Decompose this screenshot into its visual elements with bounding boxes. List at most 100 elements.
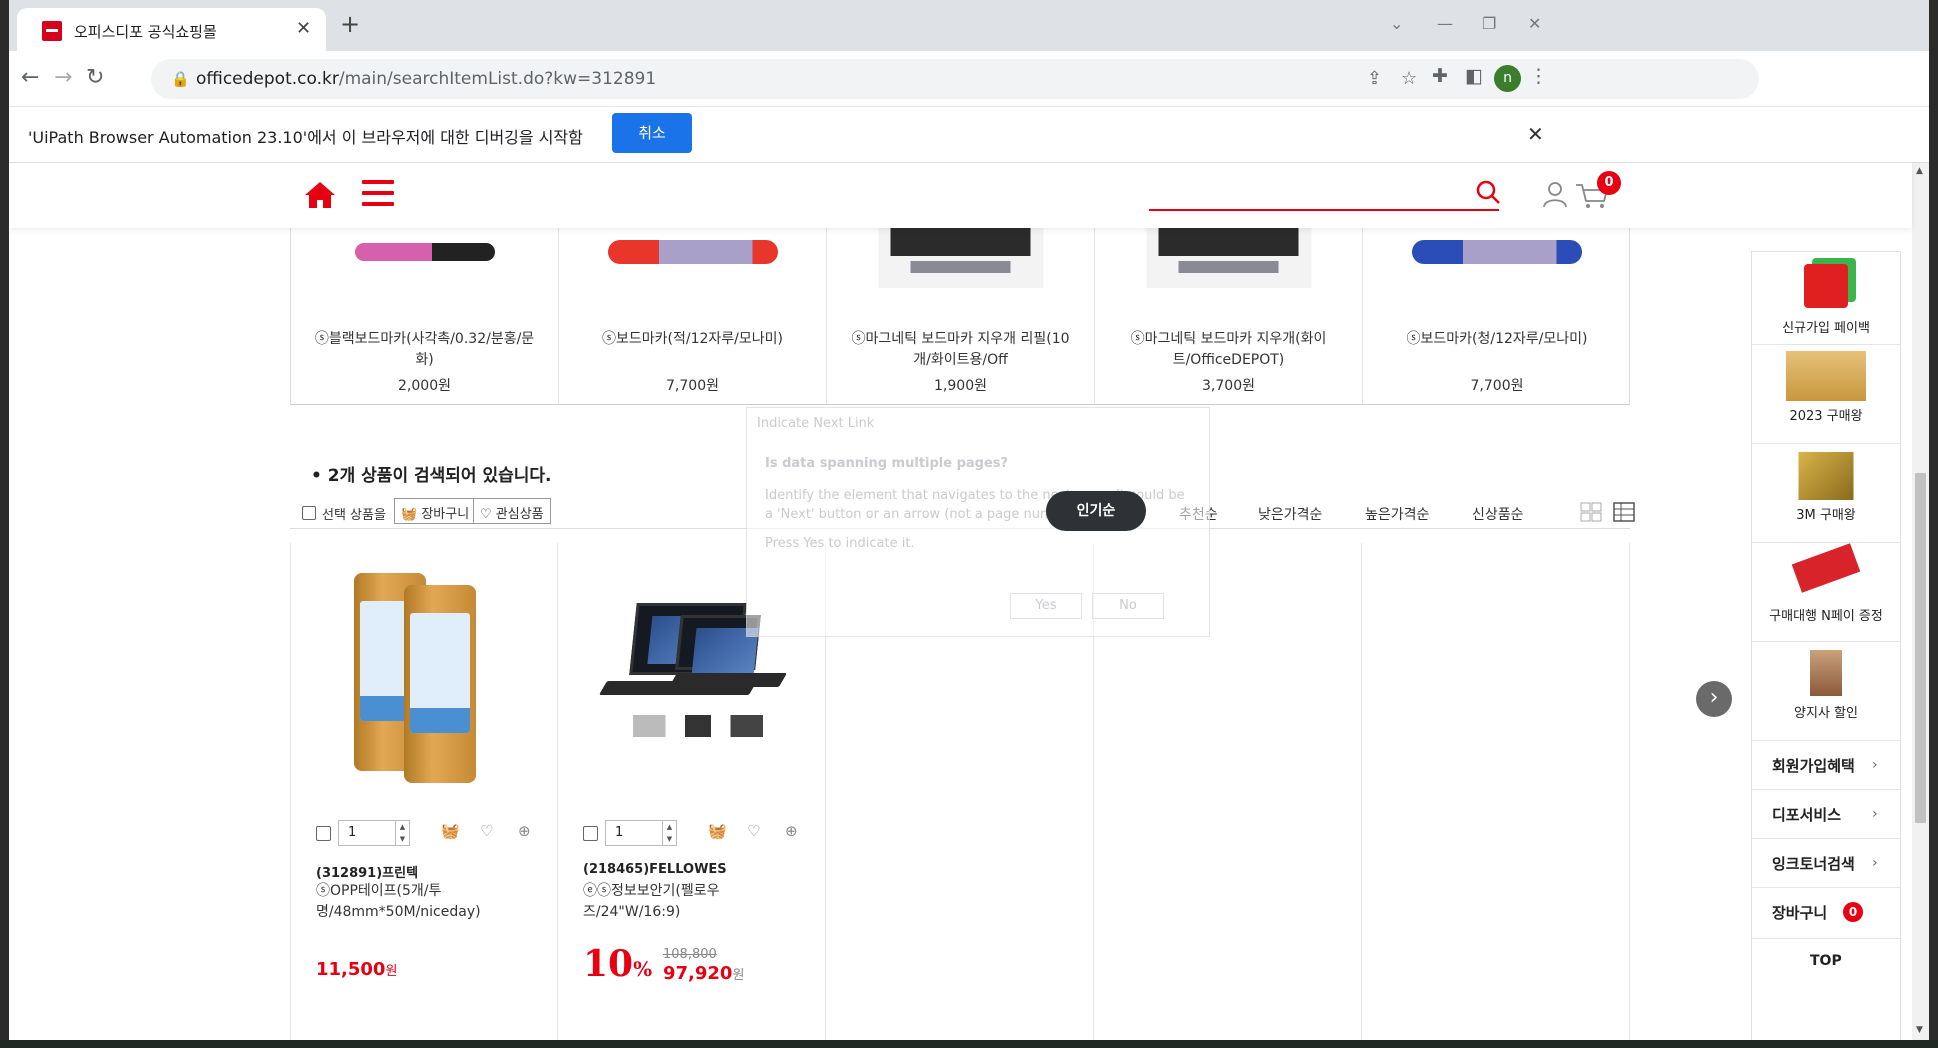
pink-marker-image[interactable] [354, 243, 495, 261]
add-to-cart-icon[interactable]: 🧺 [708, 822, 727, 840]
panel-divider [1752, 887, 1900, 888]
product-name[interactable]: ⓔⓢ정보보안기(펠로우즈/24"W/16:9) [583, 881, 783, 923]
opp-tape-image[interactable] [346, 573, 506, 783]
related-product-card[interactable]: ⓢ마그네틱 보드마카 지우개 리필(10개/화이트용/Off 1,900원 [827, 228, 1095, 404]
related-product-price: 7,700원 [666, 378, 719, 394]
grid-view-icon[interactable] [1580, 502, 1602, 522]
window-close-button[interactable]: ✕ [1528, 14, 1541, 33]
original-price: 108,800 [663, 947, 717, 962]
side-panel-icon[interactable]: ◧ [1465, 65, 1483, 87]
share-icon[interactable]: ⇪ [1367, 68, 1382, 89]
scrollbar-thumb[interactable] [1915, 473, 1926, 823]
ink-toner-search-link[interactable]: 잉크토너검색 [1772, 853, 1855, 874]
depot-service-link[interactable]: 디포서비스 [1772, 804, 1841, 825]
profile-avatar[interactable]: n [1494, 65, 1521, 92]
panel-divider [1752, 740, 1900, 741]
related-product-name[interactable]: ⓢ보드마카(적/12자루/모나미) [579, 329, 806, 350]
scroll-up-icon[interactable]: ▲ [1916, 166, 1923, 176]
tab-title: 오피스디포 공식쇼핑몰 [74, 23, 217, 41]
add-to-wishlist-button[interactable]: ♡ 관심상품 [473, 498, 551, 524]
search-icon[interactable] [1475, 179, 1501, 205]
product-name[interactable]: ⓢOPP테이프(5개/투명/48mm*50M/niceday) [316, 881, 516, 923]
carousel-next-icon[interactable]: › [1696, 681, 1732, 717]
page-scrollbar[interactable]: ▲ ▼ [1912, 163, 1929, 1040]
url-domain: officedepot.co.kr [196, 69, 339, 89]
related-product-name[interactable]: ⓢ마그네틱 보드마카 지우개 리필(10개/화이트용/Off [847, 329, 1074, 371]
zoom-icon[interactable]: ⊕ [785, 822, 798, 840]
quantity-input[interactable]: 1 [338, 820, 396, 846]
related-product-card[interactable]: ⓢ보드마카(적/12자루/모나미) 7,700원 [559, 228, 827, 404]
infobar-cancel-button[interactable]: 취소 [612, 113, 692, 153]
panel-divider [1752, 838, 1900, 839]
related-product-card[interactable]: ⓢ보드마카(청/12자루/모나미) 7,700원 [1363, 228, 1631, 404]
promo-3m-purchase-king[interactable]: 3M 구매왕 [1752, 444, 1900, 542]
select-all-checkbox[interactable] [302, 506, 316, 520]
list-view-icon[interactable] [1613, 502, 1635, 522]
tab-search-icon[interactable]: ⌄ [1390, 14, 1403, 33]
tab-close-icon[interactable]: ✕ [296, 18, 311, 39]
sort-newest[interactable]: 신상품순 [1472, 504, 1524, 524]
quantity-stepper[interactable]: ▲ ▼ [396, 820, 410, 846]
product-price-value: 11,500 [316, 959, 386, 980]
related-product-price: 7,700원 [1470, 378, 1524, 394]
related-product-name[interactable]: ⓢ블랙보드마카(사각촉/0.32/분홍/문화) [311, 329, 538, 371]
back-icon[interactable]: ← [21, 65, 39, 90]
sort-price-low[interactable]: 낮은가격순 [1258, 504, 1322, 524]
scroll-down-icon[interactable]: ▼ [1916, 1025, 1923, 1035]
product-checkbox[interactable] [583, 826, 598, 841]
home-icon[interactable] [304, 181, 336, 209]
bookmark-star-icon[interactable]: ☆ [1401, 68, 1417, 89]
browser-window: 오피스디포 공식쇼핑몰 ✕ + ⌄ — ❐ ✕ ← → ↻ 🔒 officede… [9, 0, 1929, 1040]
product-brand[interactable]: (312891)프린텍 [316, 862, 418, 881]
related-product-name[interactable]: ⓢ보드마카(청/12자루/모나미) [1383, 329, 1611, 350]
member-benefits-link[interactable]: 회원가입혜택 [1772, 755, 1855, 776]
active-tab[interactable]: 오피스디포 공식쇼핑몰 ✕ [17, 8, 326, 51]
user-icon[interactable] [1541, 180, 1569, 208]
promo-2023-purchase-king[interactable]: 2023 구매왕 [1752, 345, 1900, 443]
promo-purchase-agency-npay[interactable]: 구매대행 N페이 증정 [1752, 543, 1900, 641]
product-brand[interactable]: (218465)FELLOWES [583, 862, 727, 877]
add-to-cart-button[interactable]: 🧺 장바구니 [394, 498, 477, 524]
eraser-refill-image[interactable] [878, 228, 1043, 288]
related-product-card[interactable]: ⓢ마그네틱 보드마카 지우개(화이트/OfficeDEPOT) 3,700원 [1095, 228, 1363, 404]
related-product-card[interactable]: ⓢ블랙보드마카(사각촉/0.32/분홍/문화) 2,000원 [291, 228, 559, 404]
promo-yangjisa-discount[interactable]: 양지사 할인 [1752, 642, 1900, 740]
eraser-image[interactable] [1146, 228, 1311, 288]
result-count-text: • 2개 상품이 검색되어 있습니다. [311, 466, 552, 486]
sort-popular-button[interactable]: 인기순 [1046, 491, 1146, 531]
promo-label: 3M 구매왕 [1796, 508, 1856, 523]
red-marker-image[interactable] [607, 240, 778, 264]
infobar-close-icon[interactable]: ✕ [1527, 122, 1544, 146]
add-to-wishlist-icon[interactable]: ♡ [480, 822, 493, 840]
quantity-stepper[interactable]: ▲ ▼ [663, 820, 677, 846]
discount-value: 10 [583, 943, 634, 985]
search-input[interactable] [1149, 209, 1499, 211]
related-product-price: 1,900원 [934, 378, 987, 394]
promo-signup-payback[interactable]: 신규가입 페이백 [1752, 252, 1900, 344]
blue-marker-image[interactable] [1412, 240, 1582, 264]
related-product-price: 3,700원 [1202, 378, 1255, 394]
sort-price-high[interactable]: 높은가격순 [1365, 504, 1429, 524]
menu-icon[interactable] [362, 180, 394, 208]
quantity-input[interactable]: 1 [605, 820, 663, 846]
new-tab-button[interactable]: + [340, 10, 360, 38]
related-product-price: 2,000원 [398, 378, 451, 394]
add-to-cart-icon[interactable]: 🧺 [441, 822, 460, 840]
add-to-wishlist-icon[interactable]: ♡ [747, 822, 760, 840]
reload-icon[interactable]: ↻ [86, 65, 104, 90]
dialog-no-button[interactable]: No [1092, 593, 1164, 619]
maximize-button[interactable]: ❐ [1482, 14, 1496, 33]
related-product-name[interactable]: ⓢ마그네틱 보드마카 지우개(화이트/OfficeDEPOT) [1115, 329, 1342, 371]
url-text[interactable]: officedepot.co.kr/main/searchItemList.do… [196, 69, 656, 89]
lock-icon[interactable]: 🔒 [171, 70, 190, 88]
extensions-icon[interactable]: ✚ [1432, 65, 1448, 87]
scroll-top-button[interactable]: TOP [1810, 953, 1842, 969]
minimize-button[interactable]: — [1437, 14, 1453, 33]
product-checkbox[interactable] [316, 826, 331, 841]
dialog-yes-button[interactable]: Yes [1010, 593, 1082, 619]
zoom-icon[interactable]: ⊕ [518, 822, 531, 840]
forward-icon[interactable]: → [54, 65, 72, 90]
product-card: 1 ▲ ▼ 🧺 ♡ ⊕ (312891)프린텍 ⓢOPP테이프(5개/투명/48m… [290, 543, 558, 1040]
side-cart-link[interactable]: 장바구니 [1772, 902, 1827, 923]
more-menu-icon[interactable]: ⋮ [1529, 65, 1548, 87]
